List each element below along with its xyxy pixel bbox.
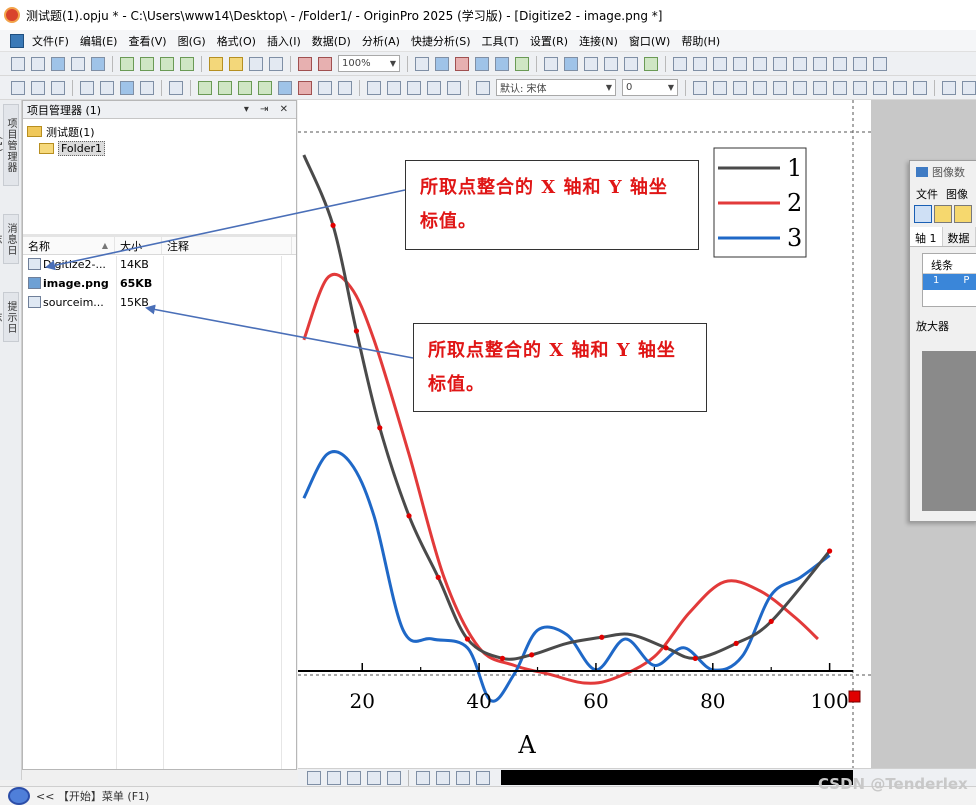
fill-tool-icon[interactable] xyxy=(387,770,401,785)
region-tool-icon[interactable] xyxy=(476,770,490,785)
data-selector-icon[interactable] xyxy=(456,770,470,785)
layer-tool-icon[interactable] xyxy=(327,770,341,785)
toolbar-separator xyxy=(408,769,409,786)
annotation-arrow xyxy=(145,304,414,359)
graph-tool-icon[interactable] xyxy=(307,770,321,785)
screen-reader-icon[interactable] xyxy=(436,770,450,785)
arrow-overlay xyxy=(45,189,414,359)
data-reader-icon[interactable] xyxy=(416,770,430,785)
start-menu-icon[interactable] xyxy=(8,787,30,805)
watermark: CSDN @Tenderlex xyxy=(818,775,968,793)
grid-tool-icon[interactable] xyxy=(347,770,361,785)
annotation-arrow xyxy=(45,189,406,271)
redacted-box xyxy=(501,770,853,785)
status-text: << 【开始】菜单 (F1) xyxy=(36,790,150,803)
origin-window: 测试题(1).opju * - C:\Users\www14\Desktop\ … xyxy=(0,0,976,805)
axis-tool-icon[interactable] xyxy=(367,770,381,785)
